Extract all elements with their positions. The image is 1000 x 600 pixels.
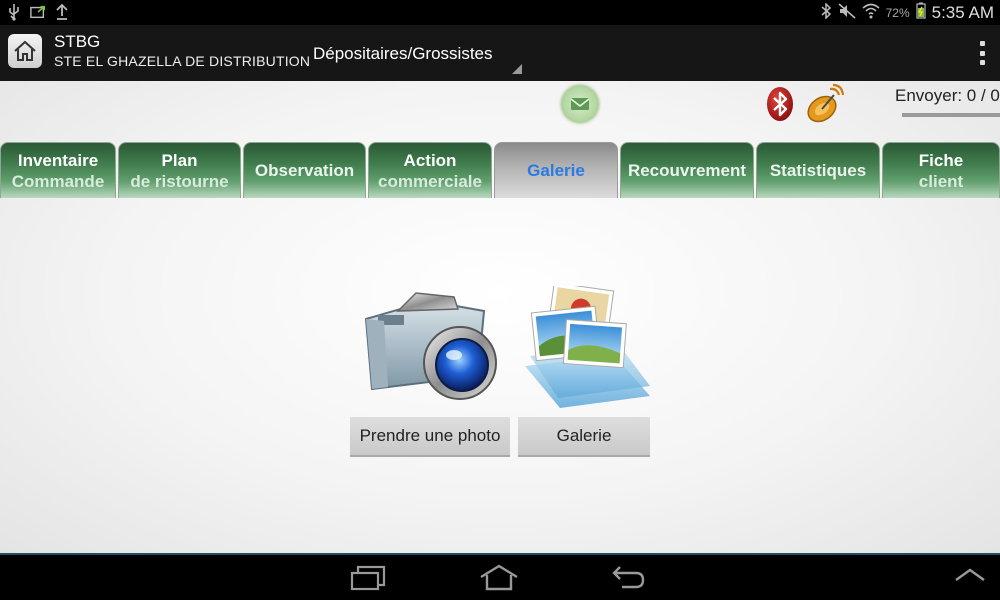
messages-button[interactable] — [561, 85, 599, 123]
status-bar: 72% 5:35 AM — [0, 0, 1000, 25]
sync-button[interactable] — [804, 83, 845, 125]
main-content: Envoyer: 0 / 0 Inventaire Commande Plan … — [0, 81, 1000, 553]
tab-galerie[interactable]: Galerie — [494, 142, 618, 198]
mail-icon — [570, 98, 590, 110]
photo-gallery-icon[interactable] — [520, 282, 655, 411]
tab-recouvrement[interactable]: Recouvrement — [620, 142, 754, 198]
chevron-up-icon[interactable] — [954, 567, 986, 588]
overflow-menu-button[interactable] — [980, 41, 986, 65]
category-spinner[interactable]: Dépositaires/Grossistes — [313, 44, 493, 64]
screenshot-icon — [30, 3, 46, 21]
tab-inventaire-commande[interactable]: Inventaire Commande — [0, 142, 116, 198]
home-button[interactable] — [8, 34, 42, 68]
bluetooth-icon — [820, 1, 832, 24]
tab-action-commerciale[interactable]: Action commerciale — [368, 142, 492, 198]
tab-bar: Inventaire Commande Plan de ristourne Ob… — [0, 142, 1000, 198]
battery-level: 72% — [885, 6, 910, 20]
envoyer-progress — [902, 113, 1000, 117]
camera-icon[interactable] — [358, 281, 504, 407]
upload-icon — [54, 3, 70, 21]
recent-apps-icon[interactable] — [350, 563, 386, 596]
gallery-button[interactable]: Galerie — [518, 417, 650, 457]
envoyer-status: Envoyer: 0 / 0 — [895, 86, 1000, 105]
tab-plan-de-ristourne[interactable]: Plan de ristourne — [118, 142, 241, 198]
tab-observation[interactable]: Observation — [243, 142, 366, 198]
battery-icon — [916, 2, 926, 24]
clock: 5:35 AM — [931, 3, 994, 22]
home-nav-icon[interactable] — [478, 563, 520, 596]
tab-statistiques[interactable]: Statistiques — [756, 142, 880, 198]
take-photo-button[interactable]: Prendre une photo — [350, 417, 510, 457]
home-icon — [14, 40, 36, 61]
app-subtitle: STE EL GHAZELLA DE DISTRIBUTION — [54, 53, 311, 69]
usb-icon — [6, 3, 22, 21]
back-nav-icon[interactable] — [610, 563, 646, 596]
system-nav-bar — [0, 553, 1000, 600]
wifi-icon — [862, 3, 880, 24]
bluetooth-badge-icon — [767, 87, 793, 121]
app-title: STBG — [54, 32, 101, 51]
satellite-dish-icon — [807, 83, 845, 123]
spinner-arrow-icon — [512, 64, 522, 74]
mute-icon — [838, 2, 856, 24]
action-bar: STBG STE EL GHAZELLA DE DISTRIBUTION Dép… — [0, 25, 1000, 81]
bluetooth-button[interactable] — [765, 86, 795, 122]
tab-fiche-client[interactable]: Fiche client — [882, 142, 1000, 198]
